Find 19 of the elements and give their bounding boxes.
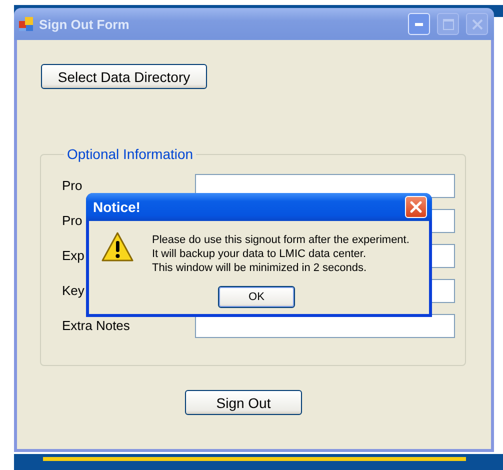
field-label: Extra Notes — [62, 318, 130, 333]
dialog-title: Notice! — [93, 199, 142, 215]
select-directory-button[interactable]: Select Data Directory — [41, 64, 207, 89]
minimize-button[interactable] — [408, 13, 430, 35]
dialog-message: Please do use this signout form after the experiment. It will backup your data to LMIC data center. This window will be minimized in 2 seconds. — [152, 233, 410, 275]
sign-out-button[interactable]: Sign Out — [185, 390, 302, 415]
maximize-icon — [442, 18, 454, 30]
window-title: Sign Out Form — [39, 16, 130, 32]
close-icon — [410, 201, 422, 213]
group-title: Optional Information — [66, 146, 194, 162]
field-label: Key — [62, 283, 84, 298]
ok-button[interactable]: OK — [218, 286, 295, 308]
app-icon — [18, 16, 34, 32]
warning-icon — [101, 231, 134, 263]
field-label: Pro — [62, 213, 82, 228]
close-icon — [472, 18, 482, 30]
minimize-icon — [415, 22, 423, 26]
field-label: Exp — [62, 248, 84, 263]
field-label: Pro — [62, 178, 82, 193]
